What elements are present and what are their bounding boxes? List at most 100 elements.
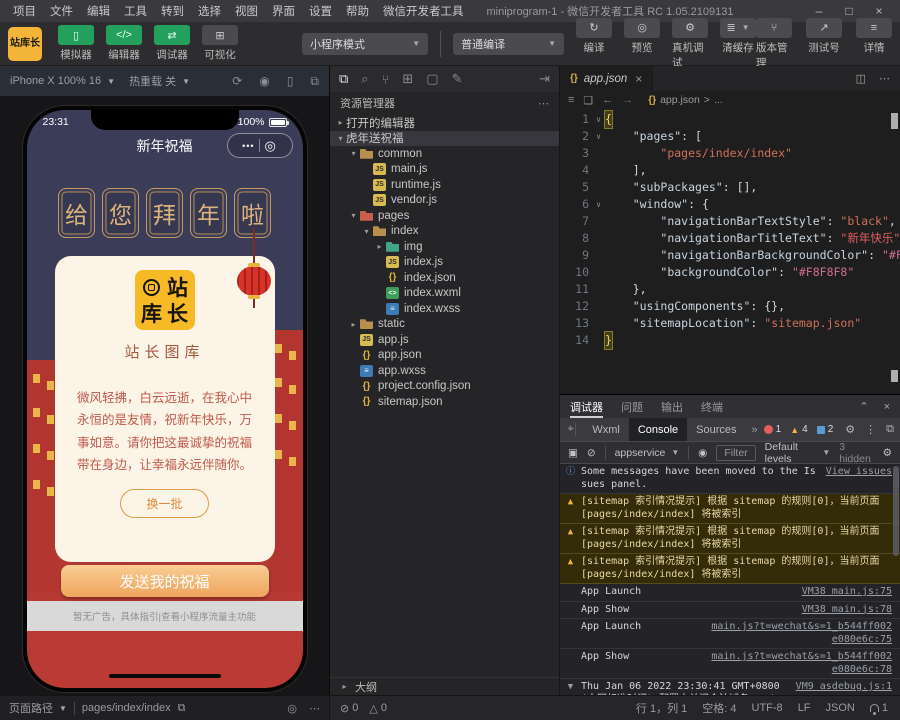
- 测试号-button[interactable]: ↗测试号: [806, 18, 842, 70]
- 编辑器-button[interactable]: </>编辑器: [106, 25, 142, 62]
- tree-item[interactable]: index.js: [330, 255, 559, 271]
- settings-gear-icon[interactable]: ⚙: [845, 423, 855, 436]
- console-row[interactable]: App ShowVM38 main.js:78: [560, 602, 900, 620]
- fold-icon[interactable]: ∨: [592, 111, 605, 128]
- more-tabs-icon[interactable]: »: [746, 424, 764, 436]
- tree-item[interactable]: vendor.js: [330, 193, 559, 209]
- 模拟器-button[interactable]: ▯模拟器: [58, 25, 94, 62]
- miniapp-capsule[interactable]: ••• ◎: [227, 133, 293, 158]
- compile-select[interactable]: 普通编译 ▼: [453, 33, 564, 55]
- send-greeting-button[interactable]: 发送我的祝福: [61, 565, 269, 597]
- levels-select[interactable]: Default levels ▼: [765, 441, 831, 465]
- tree-item[interactable]: ▾虎年送祝福: [330, 131, 559, 147]
- tree-item[interactable]: ▾pages: [330, 208, 559, 224]
- outline-icon[interactable]: ≡: [568, 94, 574, 106]
- multi-window-icon[interactable]: ⧉: [310, 74, 319, 89]
- expand-arrow-icon[interactable]: ▼: [565, 681, 576, 694]
- menu-item[interactable]: 视图: [228, 3, 265, 19]
- info-badge[interactable]: 2: [817, 424, 834, 435]
- close-panel-icon[interactable]: ×: [884, 401, 890, 413]
- tree-item[interactable]: app.js: [330, 332, 559, 348]
- refresh-greeting-button[interactable]: 换一批: [120, 489, 208, 518]
- console-row[interactable]: ▲[sitemap 索引情况提示] 根据 sitemap 的规则[0]，当前页面…: [560, 524, 900, 554]
- 编译-button[interactable]: ↻编译: [576, 18, 612, 70]
- menu-item[interactable]: 编辑: [80, 3, 117, 19]
- mode-select[interactable]: 小程序模式 ▼: [302, 33, 428, 55]
- menu-item[interactable]: 转到: [154, 3, 191, 19]
- tree-item[interactable]: main.js: [330, 162, 559, 178]
- console-row[interactable]: ⓘSome messages have been moved to the Is…: [560, 464, 900, 494]
- eol-setting[interactable]: LF: [798, 702, 811, 714]
- devtools-tab-sources[interactable]: Sources: [687, 418, 745, 441]
- tree-item[interactable]: ▸img: [330, 239, 559, 255]
- menu-item[interactable]: 选择: [191, 3, 228, 19]
- warning-badge[interactable]: ▲4: [790, 424, 807, 435]
- source-control-icon[interactable]: ⑂: [382, 72, 390, 87]
- maximize-icon[interactable]: □: [834, 4, 864, 18]
- hidden-count[interactable]: 3 hidden: [839, 441, 873, 465]
- error-badge[interactable]: 1: [764, 424, 782, 435]
- 版本管理-button[interactable]: ⑂版本管理: [756, 18, 792, 70]
- eye-icon[interactable]: ◉: [698, 447, 707, 459]
- inspect-element-icon[interactable]: ⌖: [566, 423, 576, 436]
- language-mode[interactable]: JSON: [826, 702, 855, 714]
- menu-item[interactable]: 帮助: [339, 3, 376, 19]
- tree-item[interactable]: sitemap.json: [330, 394, 559, 410]
- console-row[interactable]: ▲[sitemap 索引情况提示] 根据 sitemap 的规则[0]，当前页面…: [560, 554, 900, 584]
- more-actions-icon[interactable]: ⋯: [538, 97, 549, 110]
- console-row[interactable]: ▲[sitemap 索引情况提示] 根据 sitemap 的规则[0]，当前页面…: [560, 494, 900, 524]
- 清缓存-button[interactable]: ≣▼清缓存: [720, 18, 756, 70]
- tree-item[interactable]: index.wxml: [330, 286, 559, 302]
- kebab-menu-icon[interactable]: ⋮: [865, 423, 876, 436]
- back-icon[interactable]: ←: [602, 94, 613, 106]
- more-icon[interactable]: ⋯: [309, 702, 320, 715]
- menu-item[interactable]: 项目: [6, 3, 43, 19]
- refresh-icon[interactable]: ⟳: [232, 74, 242, 89]
- outline-section[interactable]: ▸ 大纲: [330, 677, 559, 695]
- menu-item[interactable]: 设置: [302, 3, 339, 19]
- console-row[interactable]: App Launchmain.js?t=wechat&s=1_b544ff002…: [560, 619, 900, 649]
- tree-item[interactable]: app.json: [330, 348, 559, 364]
- devtools-tab-wxml[interactable]: Wxml: [583, 418, 629, 441]
- indent-setting[interactable]: 空格: 4: [702, 700, 736, 716]
- source-link[interactable]: VM38 main.js:75: [802, 586, 892, 599]
- close-icon[interactable]: ×: [864, 4, 894, 18]
- 真机调试-button[interactable]: ⚙真机调试: [672, 18, 708, 70]
- fold-icon[interactable]: ∨: [592, 196, 605, 213]
- clear-console-icon[interactable]: ⊘: [587, 447, 596, 459]
- files-icon[interactable]: ⧉: [339, 71, 348, 87]
- console-row[interactable]: App Showmain.js?t=wechat&s=1_b544ff002e0…: [560, 649, 900, 679]
- extensions-icon[interactable]: ⊞: [402, 71, 413, 87]
- close-tab-icon[interactable]: ×: [635, 72, 642, 86]
- cursor-position[interactable]: 行 1，列 1: [636, 700, 687, 716]
- tree-item[interactable]: ▸打开的编辑器: [330, 115, 559, 131]
- console-settings-icon[interactable]: ⚙: [883, 447, 892, 459]
- collapse-panel-icon[interactable]: ⌃: [859, 400, 868, 413]
- debugger-tab-问题[interactable]: 问题: [621, 395, 643, 418]
- 可视化-button[interactable]: ⊞可视化: [202, 25, 238, 62]
- menu-item[interactable]: 工具: [117, 3, 154, 19]
- 详情-button[interactable]: ≡详情: [856, 18, 892, 70]
- source-link[interactable]: VM38 main.js:78: [802, 604, 892, 617]
- context-select[interactable]: appservice ▼: [615, 447, 680, 459]
- tree-item[interactable]: project.config.json: [330, 379, 559, 395]
- record-icon[interactable]: ◉: [259, 74, 269, 89]
- forward-icon[interactable]: →: [622, 94, 633, 106]
- tree-item[interactable]: ▸static: [330, 317, 559, 333]
- popout-icon[interactable]: ⧉: [886, 423, 894, 436]
- search-icon[interactable]: ⌕: [361, 71, 368, 87]
- collapse-sidebar-icon[interactable]: ⇥: [539, 71, 550, 87]
- console-log[interactable]: ⓘSome messages have been moved to the Is…: [560, 464, 900, 695]
- console-row[interactable]: App LaunchVM38 main.js:75: [560, 584, 900, 602]
- editor-more-icon[interactable]: ⋯: [879, 72, 890, 85]
- theme-icon[interactable]: ✎: [452, 71, 463, 87]
- filter-input[interactable]: Filter: [716, 445, 755, 461]
- bookmark-icon[interactable]: ❏: [583, 94, 593, 107]
- 调试器-button[interactable]: ⇄调试器: [154, 25, 190, 62]
- console-row[interactable]: ▼Thu Jan 06 2022 23:30:41 GMT+0800 (中国标准…: [560, 679, 900, 695]
- problems-summary[interactable]: ⊘0 △0: [330, 702, 397, 715]
- code-area[interactable]: 1∨{2∨ "pages": [3 "pages/index/index"4 ]…: [560, 109, 900, 394]
- device-select[interactable]: iPhone X 100% 16 ▼: [10, 75, 115, 87]
- source-link[interactable]: main.js?t=wechat&s=1_b544ff002e080e6c:75: [709, 621, 892, 646]
- tree-item[interactable]: app.wxss: [330, 363, 559, 379]
